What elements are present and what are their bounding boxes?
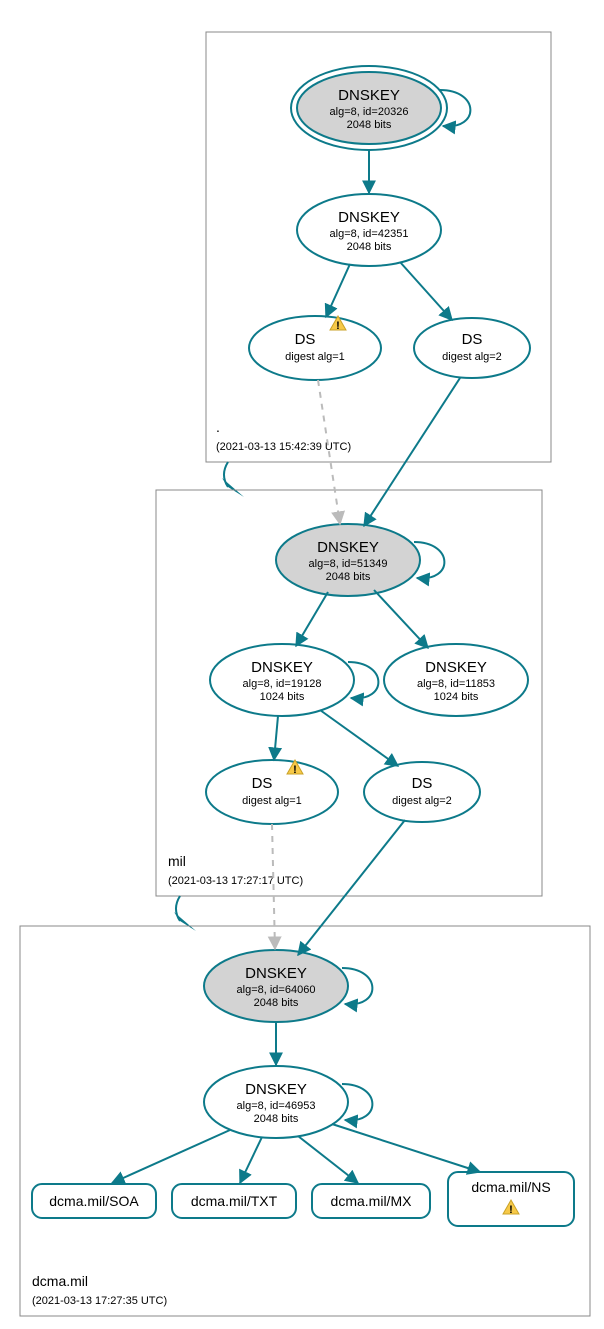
edge-milzsk1-ds1 [274,716,278,760]
dnskey-sub1: alg=8, id=51349 [309,558,388,570]
ds-title: DS [252,775,273,792]
edge-zsk-txt [240,1137,262,1183]
rr-label: dcma.mil/TXT [191,1193,278,1209]
zone-root-timestamp: (2021-03-13 15:42:39 UTC) [216,441,351,453]
dnskey-sub2: 1024 bits [260,691,305,703]
rr-label: dcma.mil/NS [471,1179,550,1195]
zone-dcma-timestamp: (2021-03-13 17:27:35 UTC) [32,1295,167,1307]
dnskey-title: DNSKEY [338,209,400,226]
rr-label: dcma.mil/MX [331,1193,413,1209]
edge-milksk-zsk2 [374,590,428,648]
dnskey-sub2: 2048 bits [347,119,392,131]
edge-zsk-mx [298,1136,358,1183]
dnskey-sub2: 2048 bits [326,571,371,583]
dnskey-sub1: alg=8, id=46953 [237,1100,316,1112]
dnskey-sub1: alg=8, id=11853 [417,678,495,690]
edge-zsk-ns [332,1124,480,1172]
rr-label: dcma.mil/SOA [49,1193,139,1209]
dnskey-title: DNSKEY [425,659,487,676]
ds-node-mil-ds1 [206,760,338,824]
ds-sub: digest alg=1 [242,795,302,807]
svg-text:!: ! [509,1204,513,1216]
dnskey-sub2: 2048 bits [254,1113,299,1125]
zone-root-name: . [216,419,220,435]
dnskey-sub1: alg=8, id=20326 [330,106,409,118]
edge-milds2-dcmaksk [298,820,405,955]
edge-root-zsk-ds2 [400,262,452,320]
dnskey-title: DNSKEY [251,659,313,676]
ds-sub: digest alg=2 [392,795,452,807]
dnskey-title: DNSKEY [317,539,379,556]
ds-sub: digest alg=2 [442,351,502,363]
dnskey-sub2: 1024 bits [434,691,479,703]
ds-node-root-ds1 [249,316,381,380]
zone-mil-timestamp: (2021-03-13 17:27:17 UTC) [168,875,303,887]
zone-dcma-name: dcma.mil [32,1273,88,1289]
ds-sub: digest alg=1 [285,351,345,363]
ds-node-root-ds2 [414,318,530,378]
dnskey-title: DNSKEY [245,965,307,982]
dnskey-sub2: 2048 bits [254,997,299,1009]
edge-ds2-milksk [364,378,460,526]
ds-title: DS [412,775,433,792]
dnskey-sub1: alg=8, id=42351 [330,228,409,240]
svg-text:!: ! [336,320,340,332]
ds-title: DS [295,331,316,348]
edge-milzsk1-ds2 [320,710,398,766]
edge-zsk-soa [112,1130,230,1183]
ds-node-mil-ds2 [364,762,480,822]
dnskey-title: DNSKEY [245,1081,307,1098]
dnskey-sub1: alg=8, id=64060 [237,984,316,996]
zone-mil-name: mil [168,853,186,869]
zone-link-arrowhead [222,478,244,497]
edge-milksk-zsk1 [296,592,328,646]
svg-text:!: ! [293,764,297,776]
dnskey-title: DNSKEY [338,87,400,104]
edge-root-zsk-ds1 [326,264,350,317]
dnskey-sub1: alg=8, id=19128 [243,678,322,690]
ds-title: DS [462,331,483,348]
dnskey-sub2: 2048 bits [347,241,392,253]
